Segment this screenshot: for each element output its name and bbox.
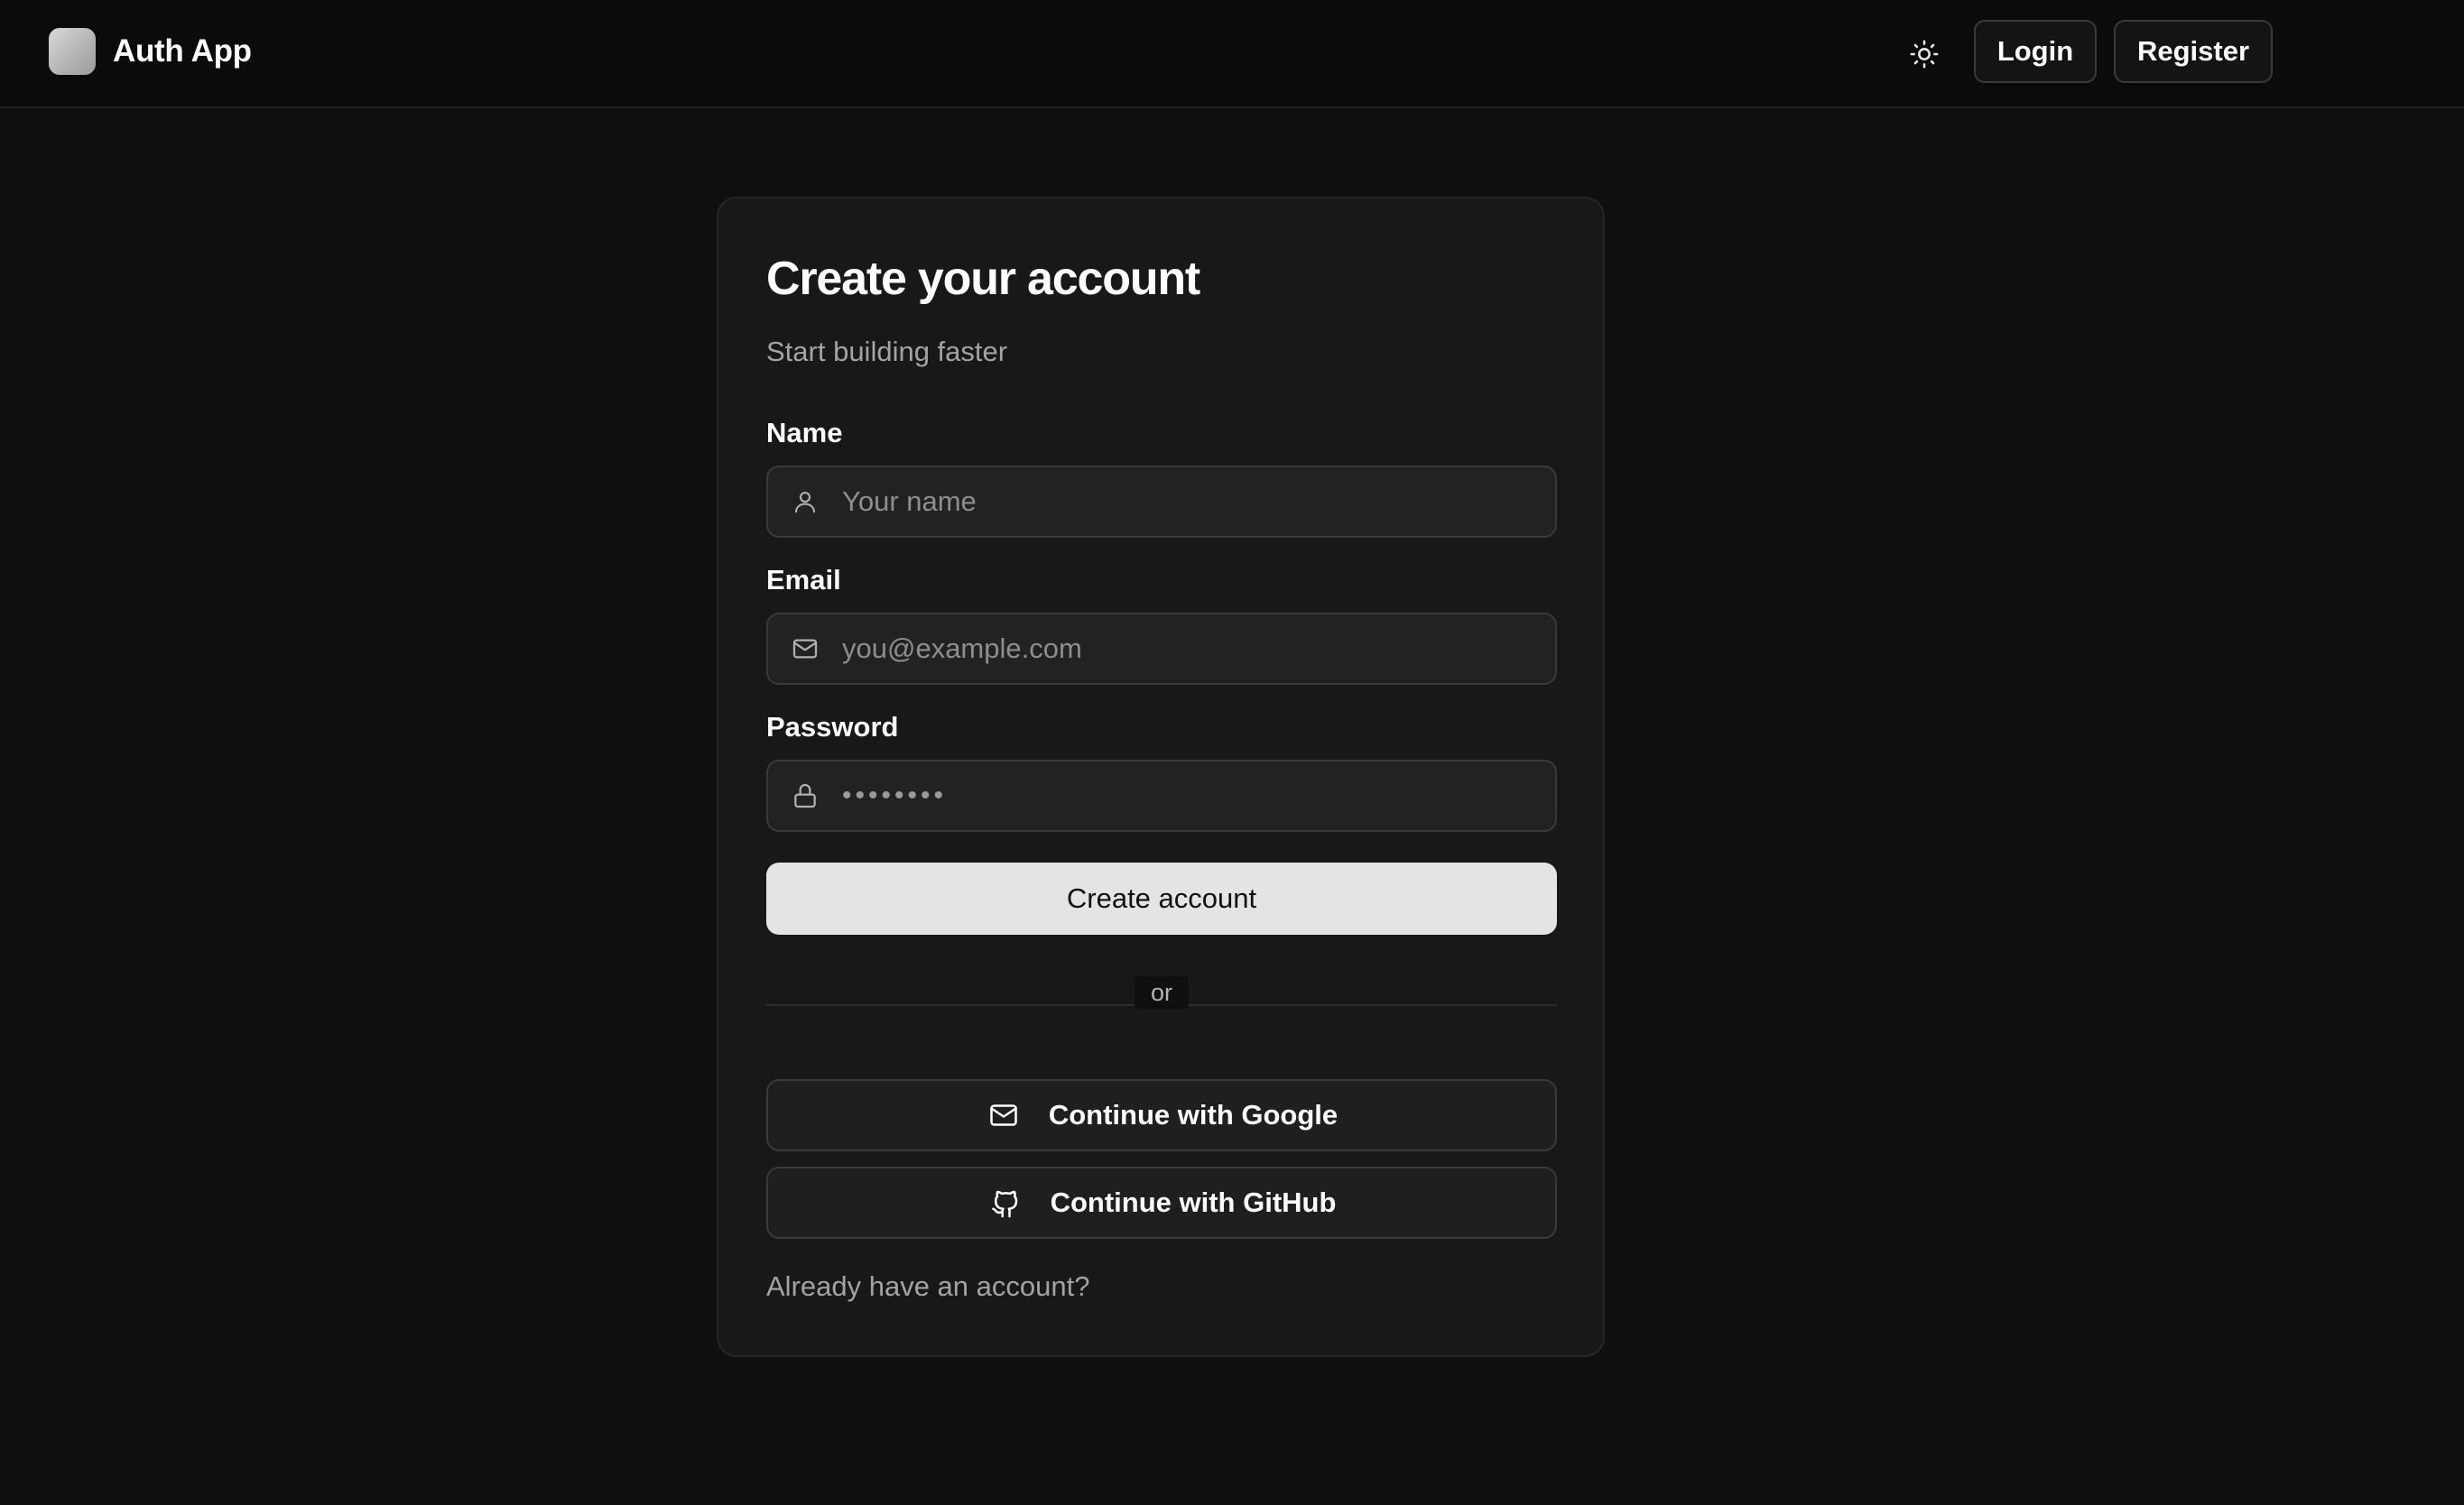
password-label: Password <box>766 711 899 743</box>
page-title: Create your account <box>766 253 1200 305</box>
github-button-label: Continue with GitHub <box>1050 1186 1337 1218</box>
email-input[interactable] <box>842 614 1555 683</box>
lock-icon <box>768 762 842 830</box>
top-navigation-bar: Auth App Login Register <box>0 0 2464 108</box>
continue-with-github-button[interactable]: Continue with GitHub <box>766 1167 1557 1239</box>
github-icon <box>987 1185 1024 1221</box>
brand[interactable]: Auth App <box>49 28 252 75</box>
register-card: Create your account Start building faste… <box>717 197 1605 1357</box>
page-subtitle: Start building faster <box>766 336 1008 367</box>
app-title: Auth App <box>113 33 252 69</box>
password-input[interactable]: •••••••• <box>842 762 1555 830</box>
name-input[interactable] <box>842 467 1555 536</box>
password-field[interactable]: •••••••• <box>766 760 1557 832</box>
sun-icon <box>1910 40 1939 69</box>
login-button[interactable]: Login <box>1974 20 2097 83</box>
already-have-account-link[interactable]: Already have an account? <box>766 1270 1089 1303</box>
mail-icon <box>768 614 842 683</box>
continue-with-google-button[interactable]: Continue with Google <box>766 1079 1557 1151</box>
name-label: Name <box>766 417 843 448</box>
theme-toggle-button[interactable] <box>1903 32 1946 76</box>
email-label: Email <box>766 564 841 596</box>
divider-or-text: or <box>1135 976 1189 1009</box>
create-account-button[interactable]: Create account <box>766 863 1557 935</box>
name-field[interactable] <box>766 466 1557 538</box>
app-logo-icon <box>49 28 96 75</box>
mail-icon <box>986 1097 1022 1133</box>
register-button[interactable]: Register <box>2114 20 2273 83</box>
user-icon <box>768 467 842 536</box>
google-button-label: Continue with Google <box>1048 1099 1339 1131</box>
email-field[interactable] <box>766 613 1557 685</box>
